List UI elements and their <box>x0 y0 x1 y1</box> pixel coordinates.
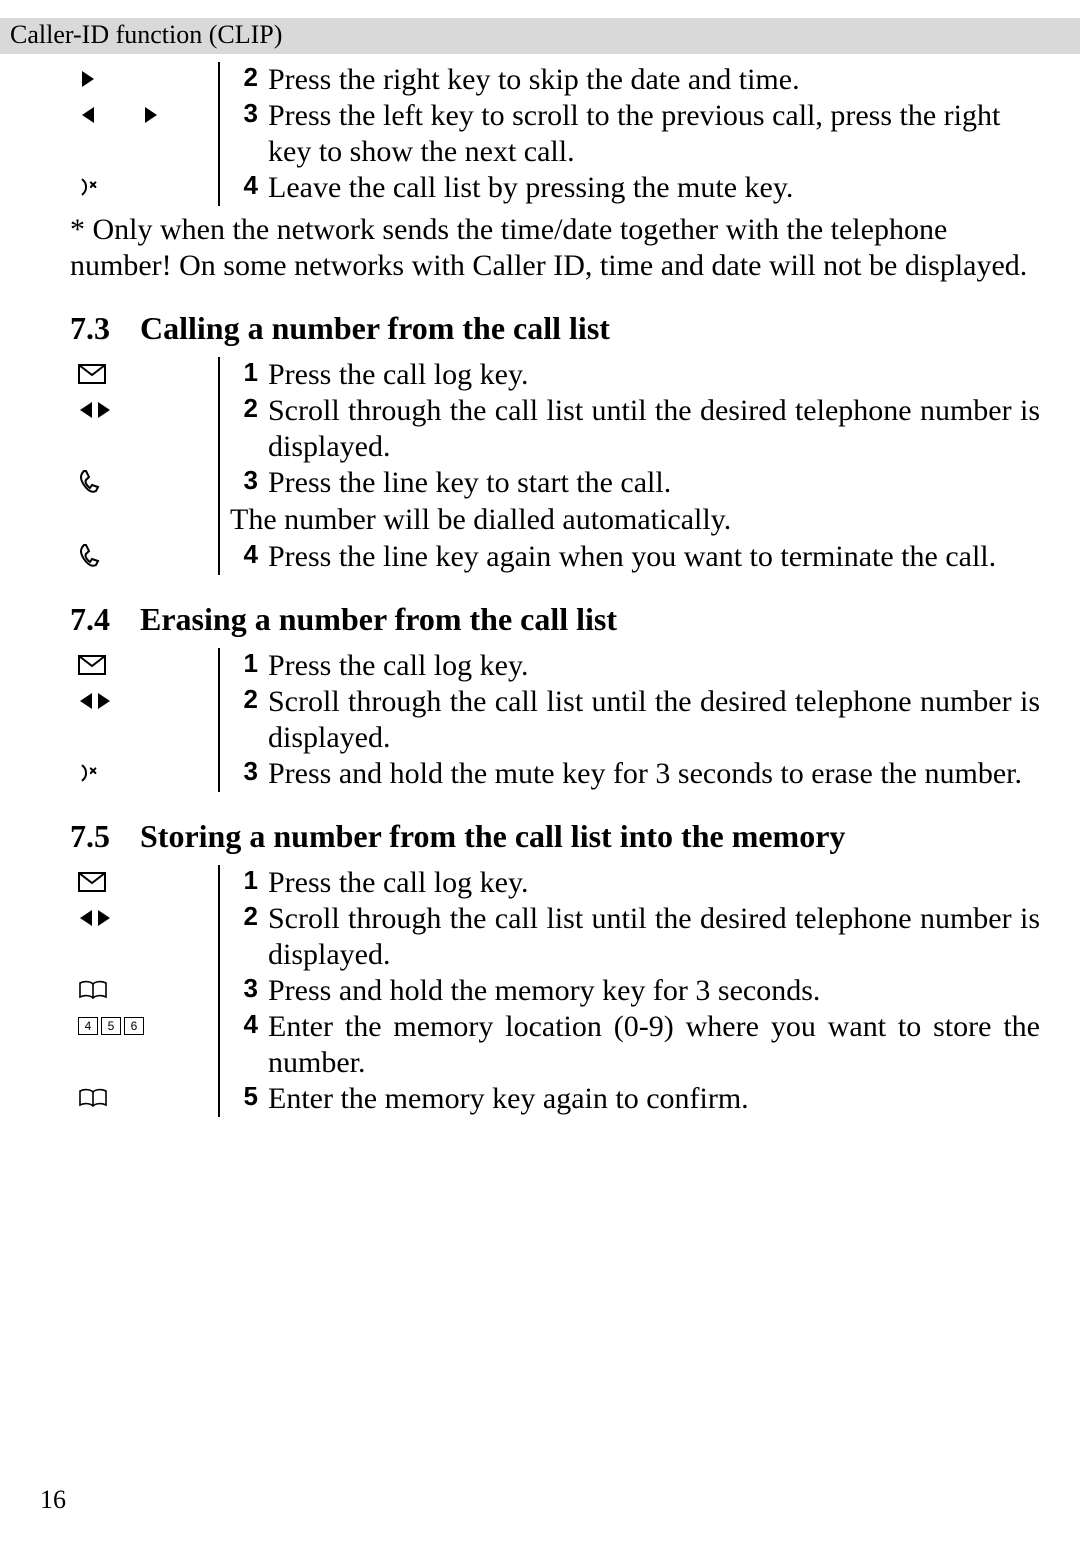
step-number: 4 <box>230 1009 268 1040</box>
mute-icon <box>70 170 218 200</box>
section-7-5-head: 7.5 Storing a number from the call list … <box>70 818 1040 855</box>
section-number: 7.3 <box>70 310 140 347</box>
step-text: Leave the call list by pressing the mute… <box>268 170 1040 206</box>
step-number: 3 <box>230 465 268 496</box>
divider <box>218 865 220 901</box>
step-text: Scroll through the call list until the d… <box>268 684 1040 756</box>
step-number: 2 <box>230 684 268 715</box>
header-title: Caller-ID function (CLIP) <box>10 20 282 49</box>
section-7-4-head: 7.4 Erasing a number from the call list <box>70 601 1040 638</box>
divider <box>218 1081 220 1117</box>
step-text: Press the call log key. <box>268 357 1040 393</box>
step-text: Enter the memory key again to confirm. <box>268 1081 1040 1117</box>
keypad-icon: 456 <box>70 1009 218 1039</box>
step-number: 4 <box>230 170 268 201</box>
divider <box>218 973 220 1009</box>
step-number: 2 <box>230 393 268 424</box>
step-number: 1 <box>230 357 268 388</box>
step-text: Enter the memory location (0-9) where yo… <box>268 1009 1040 1081</box>
divider <box>218 1009 220 1081</box>
book-icon <box>70 973 218 1003</box>
left-right-joined-icon <box>70 901 218 931</box>
page-number: 16 <box>40 1485 66 1515</box>
phone-icon <box>70 465 218 495</box>
section-7-5: 1 Press the call log key. 2 Scroll throu… <box>70 865 1040 1117</box>
section-title: Storing a number from the call list into… <box>140 818 845 855</box>
divider <box>218 170 220 206</box>
step-text: Press and hold the mute key for 3 second… <box>268 756 1040 792</box>
left-right-joined-icon <box>70 393 218 423</box>
auto-dial-note: The number will be dialled automatically… <box>230 501 1040 539</box>
mute-icon <box>70 756 218 786</box>
section-7-3-head: 7.3 Calling a number from the call list <box>70 310 1040 347</box>
divider <box>218 357 220 393</box>
step-text: Press the line key to start the call. <box>268 465 1040 501</box>
step-number: 2 <box>230 62 268 93</box>
left-right-arrow-icon <box>70 98 218 128</box>
divider <box>218 539 220 575</box>
section-number: 7.4 <box>70 601 140 638</box>
divider <box>218 98 220 170</box>
step-number: 3 <box>230 98 268 129</box>
step-number: 2 <box>230 901 268 932</box>
divider <box>218 62 220 98</box>
section-7-3: 1 Press the call log key. 2 Scroll throu… <box>70 357 1040 575</box>
step-text: Press the call log key. <box>268 648 1040 684</box>
step-text: Press the right key to skip the date and… <box>268 62 1040 98</box>
left-right-joined-icon <box>70 684 218 714</box>
divider <box>218 756 220 792</box>
footnote: * Only when the network sends the time/d… <box>70 212 1040 284</box>
divider <box>218 465 220 501</box>
divider <box>218 684 220 756</box>
book-icon <box>70 1081 218 1111</box>
step-text: Press the left key to scroll to the prev… <box>268 98 1040 170</box>
divider <box>218 648 220 684</box>
step-text: Scroll through the call list until the d… <box>268 901 1040 973</box>
divider <box>218 393 220 465</box>
step-text: Scroll through the call list until the d… <box>268 393 1040 465</box>
step-number: 5 <box>230 1081 268 1112</box>
step-number: 1 <box>230 648 268 679</box>
section-number: 7.5 <box>70 818 140 855</box>
envelope-icon <box>70 648 218 678</box>
header-band: Caller-ID function (CLIP) <box>0 18 1080 54</box>
divider <box>218 501 220 539</box>
step-text: Press the line key again when you want t… <box>268 539 1040 575</box>
step-number: 3 <box>230 756 268 787</box>
envelope-icon <box>70 865 218 895</box>
divider <box>218 901 220 973</box>
section-title: Calling a number from the call list <box>140 310 610 347</box>
step-text: Press and hold the memory key for 3 seco… <box>268 973 1040 1009</box>
step-number: 4 <box>230 539 268 570</box>
right-arrow-icon <box>70 62 218 92</box>
step-number: 1 <box>230 865 268 896</box>
section-7-4: 1 Press the call log key. 2 Scroll throu… <box>70 648 1040 792</box>
step-text: Press the call log key. <box>268 865 1040 901</box>
phone-icon <box>70 539 218 569</box>
first-block: 2 Press the right key to skip the date a… <box>70 62 1040 284</box>
section-title: Erasing a number from the call list <box>140 601 617 638</box>
envelope-icon <box>70 357 218 387</box>
step-number: 3 <box>230 973 268 1004</box>
